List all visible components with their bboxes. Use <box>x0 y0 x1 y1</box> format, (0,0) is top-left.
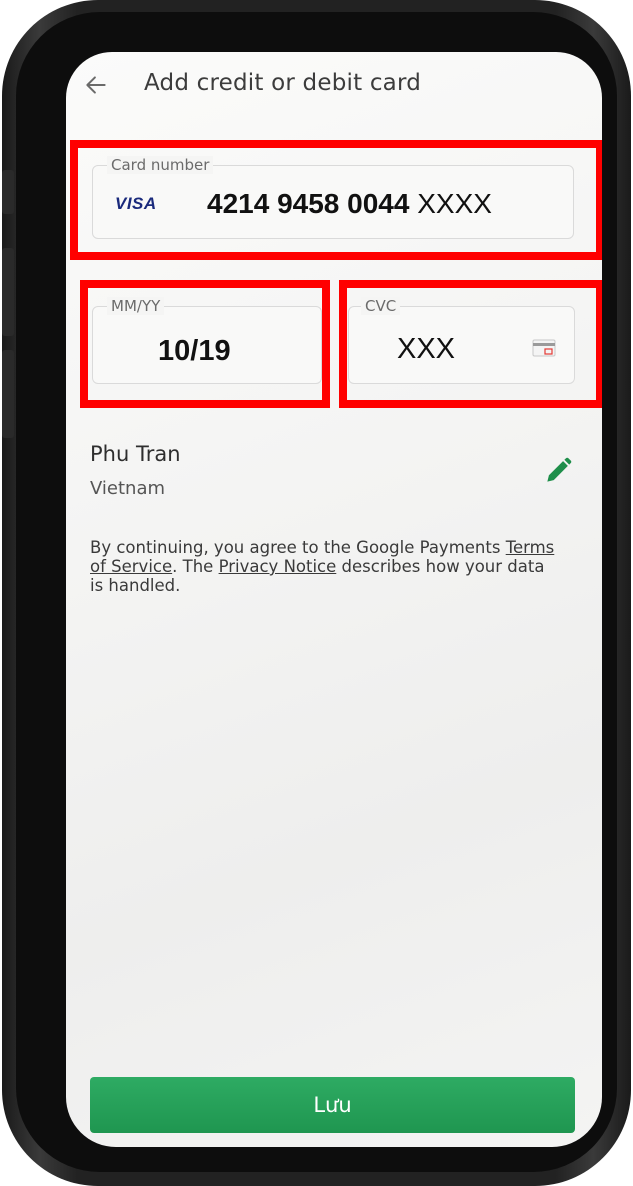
expiry-field[interactable]: MM/YY 10/19 <box>92 297 322 384</box>
expiry-input[interactable]: 10/19 <box>158 335 231 368</box>
pencil-icon[interactable] <box>542 455 574 487</box>
terms-middle: . The <box>172 557 219 576</box>
cvc-field[interactable]: CVC XXX <box>348 297 575 384</box>
side-button-volume-down <box>2 350 14 438</box>
terms-text: By continuing, you agree to the Google P… <box>90 538 560 595</box>
card-back-icon <box>532 339 556 357</box>
card-number-mask: XXXX <box>417 188 492 219</box>
phone-frame: Add credit or debit card Card number VIS… <box>2 0 631 1186</box>
side-button-volume-up <box>2 248 14 336</box>
billing-name: Phu Tran <box>90 442 181 466</box>
card-number-label: Card number <box>107 156 214 174</box>
terms-prefix: By continuing, you agree to the Google P… <box>90 538 506 557</box>
expiry-label: MM/YY <box>107 297 165 315</box>
card-number-input[interactable]: 4214 9458 0044 XXXX <box>207 188 492 220</box>
arrow-left-icon[interactable] <box>83 72 109 98</box>
visa-logo: VISA <box>115 194 157 213</box>
privacy-notice-link[interactable]: Privacy Notice <box>219 557 337 576</box>
top-app-bar: Add credit or debit card <box>66 52 602 122</box>
billing-country: Vietnam <box>90 478 166 499</box>
side-button-top <box>2 170 14 214</box>
card-number-field[interactable]: Card number VISA 4214 9458 0044 XXXX <box>92 156 574 239</box>
screen: Add credit or debit card Card number VIS… <box>66 52 602 1147</box>
cvc-label: CVC <box>361 297 401 315</box>
save-button[interactable]: Lưu <box>90 1077 575 1133</box>
page-title: Add credit or debit card <box>144 70 422 96</box>
card-number-digits: 4214 9458 0044 <box>207 188 410 219</box>
cvc-input[interactable]: XXX <box>397 333 455 366</box>
